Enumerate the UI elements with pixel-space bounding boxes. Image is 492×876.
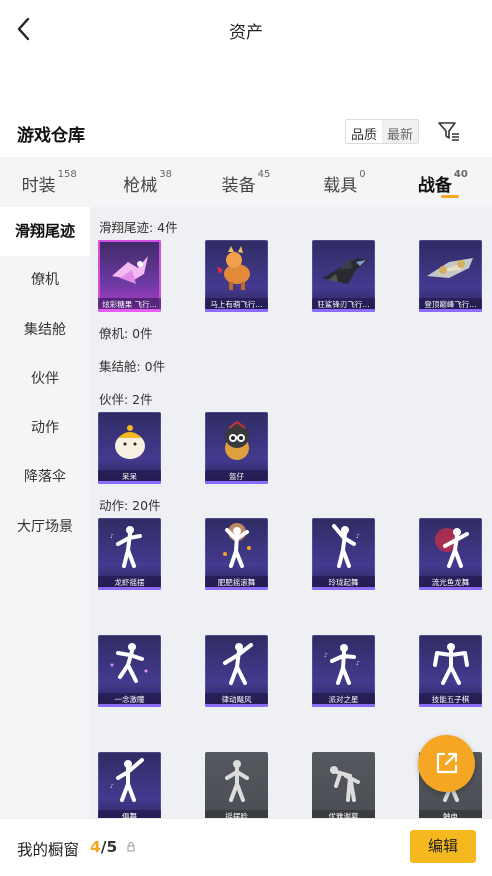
svg-text:♪: ♪ <box>356 533 360 540</box>
dancer-icon <box>433 643 469 685</box>
warehouse-title: 游戏仓库 <box>17 126 85 146</box>
section-title-emote: 动作: 20件 <box>99 498 161 513</box>
tab-guns[interactable]: 枪械38 <box>98 157 196 207</box>
sidebar-item-pod[interactable]: 集结舱 <box>0 306 90 355</box>
sidebar-item-lobby[interactable]: 大厅场景 <box>0 503 90 552</box>
dancer-icon: ♪♪ <box>324 644 360 685</box>
dancer-icon <box>435 528 469 568</box>
external-link-icon <box>436 752 458 774</box>
tab-battle-gear[interactable]: 战备40 <box>394 157 492 207</box>
item-card[interactable]: 登顶巅峰飞行... <box>419 240 482 312</box>
lock-icon <box>127 842 135 852</box>
item-card[interactable]: 摇摆脸 <box>205 752 268 818</box>
helmet-partner-icon <box>225 420 249 460</box>
filter-icon[interactable] <box>437 119 461 143</box>
dancer-icon <box>110 643 148 683</box>
share-button[interactable] <box>418 735 475 792</box>
item-card[interactable]: 马上有萌飞行... <box>205 240 268 312</box>
category-tabs: 时装158 枪械38 装备45 载具0 战备40 <box>0 157 492 207</box>
edit-button[interactable]: 编辑 <box>410 830 476 863</box>
tab-vehicles[interactable]: 载具0 <box>295 157 393 207</box>
sidebar: 滑翔尾迹 僚机 集结舱 伙伴 动作 降落伞 大厅场景 <box>0 207 90 818</box>
item-card[interactable]: 狂鲨锋刃飞行... <box>312 240 375 312</box>
horse-glider-icon <box>217 246 250 290</box>
dancer-icon: ♪ <box>332 524 360 568</box>
sort-toggle: 品质 最新 <box>345 119 420 144</box>
section-title-partner: 伙伴: 2件 <box>99 392 153 407</box>
item-grid: 滑翔尾迹: 4件 炫彩糖果 飞行... 马上有萌飞行... 狂鲨锋刃飞行... … <box>90 207 492 818</box>
item-card[interactable]: 炫彩糖果 飞行... <box>98 240 161 312</box>
dancer-icon <box>225 760 249 802</box>
section-title-trail: 滑翔尾迹: 4件 <box>99 220 178 235</box>
item-card[interactable]: 流光鱼龙舞 <box>419 518 482 590</box>
chick-partner-icon <box>115 425 145 459</box>
sidebar-item-glide-trail[interactable]: 滑翔尾迹 <box>0 207 90 257</box>
header: 资产 <box>0 0 492 58</box>
item-card[interactable]: ♪ 玲珑起舞 <box>312 518 375 590</box>
sort-latest-button[interactable]: 最新 <box>382 120 419 143</box>
item-card[interactable]: ♪ ♪ 派对之星 <box>312 635 375 707</box>
item-card[interactable]: 肥肥摇滚舞 <box>205 518 268 590</box>
dancer-icon <box>223 523 251 568</box>
sidebar-item-emote[interactable]: 动作 <box>0 404 90 453</box>
sidebar-item-parachute[interactable]: 降落伞 <box>0 453 90 502</box>
svg-text:♪: ♪ <box>110 533 114 540</box>
item-card[interactable]: 律动飓风 <box>205 635 268 707</box>
candy-glider-icon <box>112 256 148 284</box>
item-card[interactable]: 技能五子棋 <box>419 635 482 707</box>
svg-text:♪: ♪ <box>110 783 114 790</box>
showcase-label: 我的橱窗 <box>17 841 80 859</box>
item-card[interactable]: 盔仔 <box>205 412 268 484</box>
item-card[interactable]: 优雅谢幕 <box>312 752 375 818</box>
section-title-pod: 集结舱: 0件 <box>99 359 166 374</box>
dancer-icon <box>223 643 253 685</box>
sidebar-item-wingman[interactable]: 僚机 <box>0 256 90 305</box>
showcase-count: 4/5 <box>90 838 118 856</box>
item-card[interactable]: 呆呆 <box>98 412 161 484</box>
page-title: 资产 <box>229 23 263 43</box>
svg-text:♪: ♪ <box>356 660 360 667</box>
dancer-icon: ♪ <box>110 526 142 568</box>
peak-glider-icon <box>427 258 473 278</box>
active-tab-indicator <box>440 195 459 198</box>
dancer-icon <box>330 766 360 802</box>
tab-equipment[interactable]: 装备45 <box>197 157 295 207</box>
shark-jet-icon <box>322 258 368 284</box>
item-card[interactable]: ♪ 俱舞 <box>98 752 161 818</box>
sidebar-item-partner[interactable]: 伙伴 <box>0 355 90 404</box>
item-card[interactable]: 一念激瞳 <box>98 635 161 707</box>
item-card[interactable]: ♪ 龙虾摇摆 <box>98 518 161 590</box>
tab-fashion[interactable]: 时装158 <box>0 157 98 207</box>
sort-quality-button[interactable]: 品质 <box>346 120 383 143</box>
dancer-icon: ♪ <box>110 758 144 802</box>
section-title-wingman: 僚机: 0件 <box>99 326 153 341</box>
svg-text:♪: ♪ <box>324 652 328 659</box>
